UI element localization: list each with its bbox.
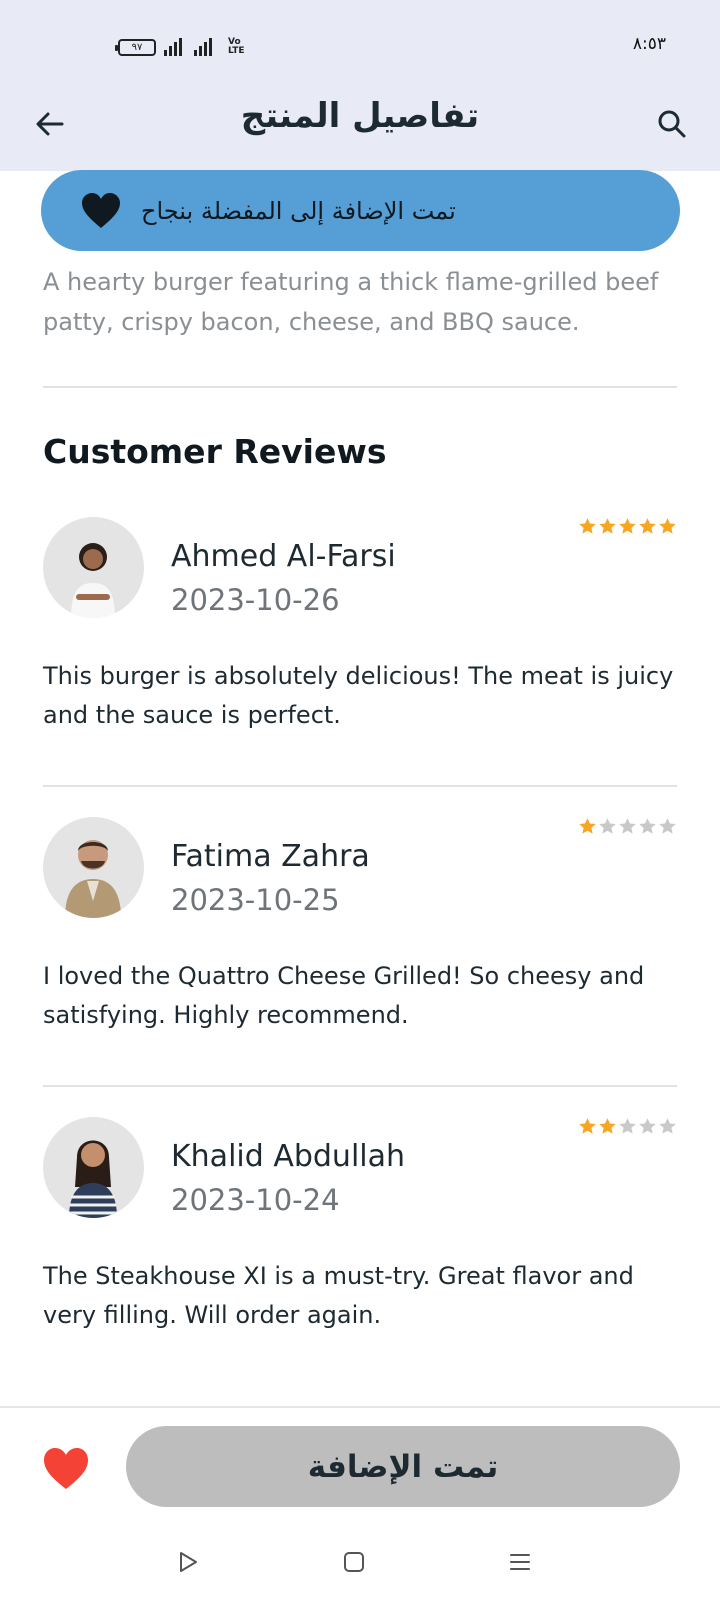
rating-stars — [578, 817, 677, 836]
nav-home-button[interactable] — [332, 1540, 376, 1584]
star-empty-icon — [599, 818, 616, 834]
review-text: This burger is absolutely delicious! The… — [43, 662, 674, 729]
star-empty-icon — [619, 1118, 636, 1134]
square-icon — [344, 1552, 364, 1572]
battery-level: ٩٧ — [131, 42, 143, 53]
added-to-cart-button[interactable]: تمت الإضافة — [126, 1426, 680, 1507]
signal-icon — [164, 38, 182, 56]
divider — [43, 1085, 677, 1087]
heart-icon[interactable] — [43, 1448, 89, 1490]
star-filled-icon — [619, 518, 636, 534]
review-date: 2023-10-25 — [171, 883, 340, 917]
triangle-play-icon — [180, 1552, 197, 1572]
top-app-bar: ٩٧ Vo LTE ٨:٥٣ تفاصيل المنتج — [0, 0, 720, 171]
reviewer-name: Khalid Abdullah — [171, 1139, 406, 1174]
star-filled-icon — [599, 518, 616, 534]
star-filled-icon — [659, 518, 676, 534]
rating-stars — [578, 517, 677, 536]
product-description: A hearty burger featuring a thick flame-… — [43, 268, 659, 336]
avatar — [43, 817, 144, 918]
star-filled-icon — [579, 1118, 596, 1134]
avatar — [43, 517, 144, 618]
reviews-section-title: Customer Reviews — [43, 432, 387, 471]
divider — [43, 785, 677, 787]
avatar — [43, 1117, 144, 1218]
reviewer-name: Fatima Zahra — [171, 839, 370, 874]
star-empty-icon — [659, 1118, 676, 1134]
review-item: Ahmed Al-Farsi 2023-10-26 This burger is… — [43, 517, 677, 777]
star-empty-icon — [639, 1118, 656, 1134]
star-empty-icon — [659, 818, 676, 834]
review-text: I loved the Quattro Cheese Grilled! So c… — [43, 962, 645, 1029]
page-title: تفاصيل المنتج — [240, 96, 480, 136]
volte-label: Vo LTE — [228, 37, 245, 56]
star-empty-icon — [639, 818, 656, 834]
search-icon — [658, 110, 686, 138]
battery-indicator: ٩٧ — [115, 39, 156, 56]
success-toast: تمت الإضافة إلى المفضلة بنجاح — [41, 170, 680, 251]
reviewer-name: Ahmed Al-Farsi — [171, 539, 396, 574]
review-date: 2023-10-24 — [171, 1183, 340, 1217]
nav-menu-button[interactable] — [498, 1540, 542, 1584]
review-text: The Steakhouse XI is a must-try. Great f… — [43, 1262, 634, 1329]
system-nav-bar — [0, 1540, 720, 1590]
menu-icon — [510, 1554, 530, 1570]
nav-back-button[interactable] — [166, 1540, 210, 1584]
star-filled-icon — [579, 818, 596, 834]
star-filled-icon — [599, 1118, 616, 1134]
review-item: Fatima Zahra 2023-10-25 I loved the Quat… — [43, 817, 677, 1077]
search-button[interactable] — [652, 104, 692, 144]
divider — [43, 386, 677, 388]
star-filled-icon — [639, 518, 656, 534]
review-date: 2023-10-26 — [171, 583, 340, 617]
signal-icon — [194, 38, 212, 56]
toast-message: تمت الإضافة إلى المفضلة بنجاح — [141, 196, 456, 225]
star-filled-icon — [579, 518, 596, 534]
status-time: ٨:٥٣ — [632, 34, 666, 54]
review-item: Khalid Abdullah 2023-10-24 The Steakhous… — [43, 1117, 677, 1377]
bottom-divider — [0, 1406, 720, 1408]
rating-stars — [578, 1117, 677, 1136]
heart-icon — [82, 192, 120, 228]
star-empty-icon — [619, 818, 636, 834]
